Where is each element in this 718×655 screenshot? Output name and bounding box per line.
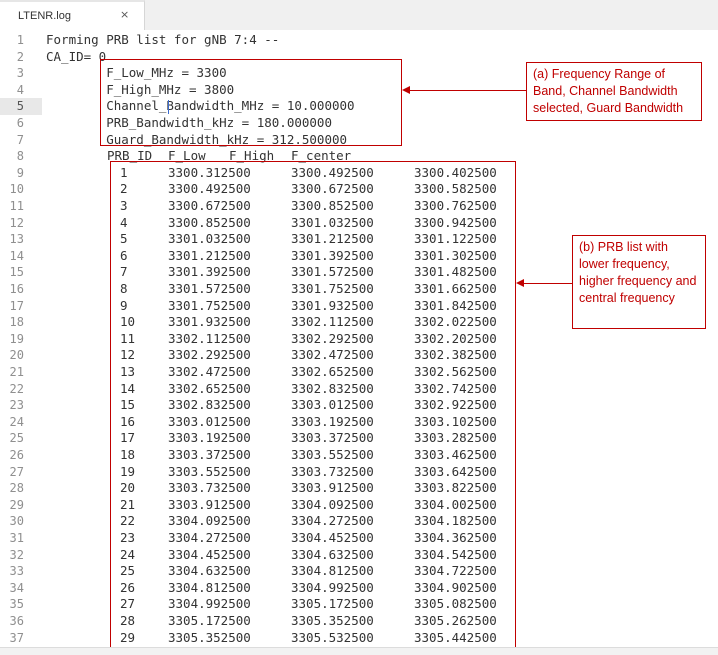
line-number: 6 [16, 116, 24, 130]
line-number: 20 [9, 348, 24, 363]
line-number: 25 [9, 431, 24, 446]
prb-list-highlight-box [110, 161, 516, 648]
log-line: CA_ID= 0 [46, 48, 107, 64]
line-number: 16 [9, 282, 24, 296]
line-number: 21 [9, 365, 24, 379]
line-number: 32 [9, 547, 24, 562]
line-number: 7 [16, 132, 24, 147]
line-number: 27 [9, 464, 24, 479]
line-number: 10 [9, 182, 24, 197]
line-number: 33 [9, 564, 24, 579]
line-number: 24 [9, 414, 24, 429]
tab-ltenr-log[interactable]: LTENR.log × [0, 0, 145, 30]
line-number: 14 [9, 248, 24, 263]
line-number: 34 [9, 580, 24, 595]
line-number: 28 [9, 481, 24, 496]
line-number: 35 [9, 597, 24, 612]
line-number: 4 [16, 82, 24, 97]
arrow-b-line [523, 283, 572, 284]
line-number: 12 [9, 215, 24, 230]
text-editor[interactable]: 1 2 3 4 5 6 7 8 9 10 11 12 13 14 15 16 17 18 19 20 21 22 23 24 2… [0, 30, 718, 654]
line-number: 18 [9, 315, 24, 330]
parameters-highlight-box [100, 59, 402, 146]
line-number: 1 [16, 33, 24, 47]
line-number: 29 [9, 497, 24, 512]
line-number: 36 [9, 614, 24, 628]
line-number-gutter: 1 2 3 4 5 6 7 8 9 10 11 12 13 14 15 16 17 18 19 20 21 22 23 24 2… [0, 30, 42, 654]
tab-label: LTENR.log [18, 10, 71, 22]
line-number: 37 [9, 630, 24, 645]
line-number: 13 [9, 232, 24, 247]
line-number: 31 [9, 531, 24, 545]
log-line: Forming PRB list for gNB 7:4 -- [46, 32, 280, 47]
annotation-b: (b) PRB list with lower frequency, highe… [572, 235, 706, 329]
line-number: 5 [16, 99, 24, 114]
tab-bar: LTENR.log × [0, 0, 718, 31]
line-number: 8 [16, 149, 24, 164]
line-number: 15 [9, 265, 24, 280]
line-number: 26 [9, 448, 24, 462]
line-number: 3 [16, 66, 24, 81]
line-number: 23 [9, 398, 24, 413]
line-number: 11 [9, 199, 24, 213]
line-number: 17 [9, 298, 24, 313]
annotation-a: (a) Frequency Range of Band, Channel Ban… [526, 62, 702, 121]
line-number: 19 [9, 331, 24, 346]
line-number: 30 [9, 514, 24, 529]
line-number: 2 [16, 49, 24, 64]
line-number: 22 [9, 381, 24, 396]
close-icon[interactable]: × [120, 8, 129, 21]
arrow-a-line [409, 90, 526, 91]
line-number: 9 [16, 165, 24, 180]
